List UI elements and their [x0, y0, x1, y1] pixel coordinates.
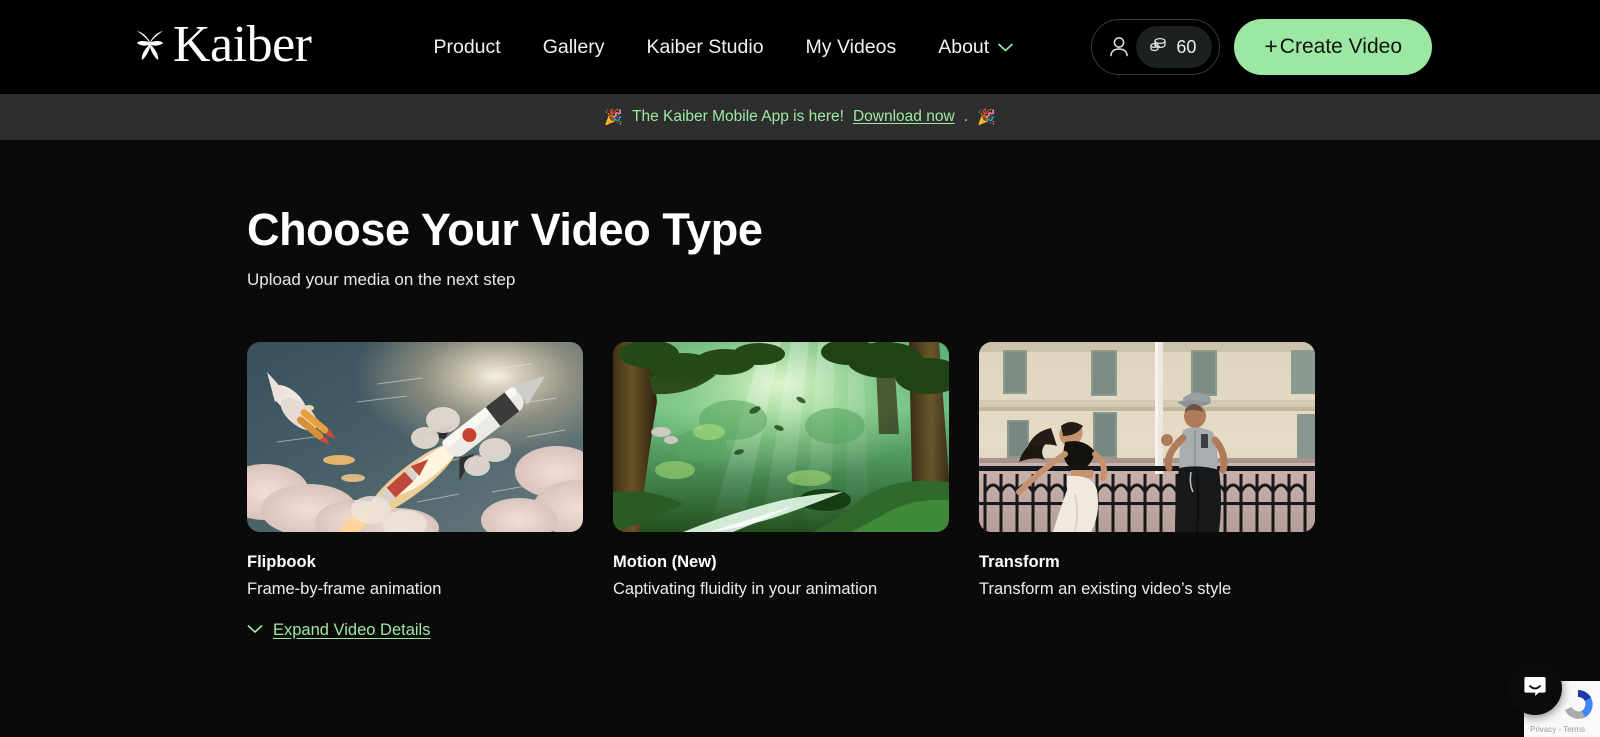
create-video-label: Create Video — [1279, 35, 1402, 58]
rockets-launching-illustration[interactable] — [247, 341, 583, 532]
nav-item-label: Product — [433, 35, 501, 58]
plus-icon: + — [1264, 32, 1278, 59]
nav-item-label: My Videos — [805, 35, 897, 58]
nav-item-label: Kaiber Studio — [646, 35, 764, 58]
main-nav: Product Gallery Kaiber Studio My Videos … — [433, 35, 1014, 59]
recaptcha-privacy-terms[interactable]: Privacy - Terms — [1530, 725, 1585, 734]
chat-bubble-icon — [1522, 673, 1548, 704]
create-video-button[interactable]: + Create Video — [1234, 19, 1432, 75]
recaptcha-icon — [1558, 685, 1598, 730]
nav-item-label: Gallery — [542, 35, 605, 58]
banner-download-link[interactable]: Download now — [853, 108, 955, 126]
coin-stack-icon — [1149, 35, 1168, 59]
nav-item-product[interactable]: Product — [433, 36, 500, 59]
banner-period: . — [963, 108, 968, 125]
person-icon — [1108, 35, 1130, 59]
credits-value: 60 — [1176, 36, 1197, 57]
card-title: Flipbook — [247, 552, 316, 571]
card-title: Transform — [979, 552, 1060, 571]
green-forest-light-rays-illustration[interactable] — [613, 341, 949, 532]
kaiber-wordmark: Kaiber — [173, 16, 312, 73]
site-header: Kaiber Product Gallery Kaiber Studio My … — [0, 0, 1600, 94]
nav-item-label: About — [938, 35, 990, 58]
expand-video-details-toggle[interactable]: Expand Video Details — [247, 621, 430, 640]
kaiber-pinwheel-icon — [133, 27, 167, 67]
main-content: Choose Your Video Type Upload your media… — [0, 140, 1600, 640]
card-title: Motion (New) — [613, 552, 717, 571]
banner-text: The Kaiber Mobile App is here! — [632, 108, 844, 125]
card-description: Frame-by-frame animation — [247, 579, 442, 598]
chevron-down-icon — [998, 43, 1014, 52]
page-title: Choose Your Video Type — [247, 204, 763, 255]
video-type-card-flipbook[interactable]: Flipbook Frame-by-frame animation — [247, 341, 583, 599]
card-description: Transform an existing video’s style — [979, 579, 1232, 598]
nav-item-gallery[interactable]: Gallery — [543, 36, 605, 59]
card-description: Captivating fluidity in your animation — [613, 579, 878, 598]
intercom-chat-launcher[interactable] — [1508, 661, 1562, 715]
kaiber-logo[interactable]: Kaiber — [133, 16, 312, 73]
nav-item-my-videos[interactable]: My Videos — [806, 36, 897, 59]
announcement-banner[interactable]: 🎉 The Kaiber Mobile App is here! Downloa… — [0, 94, 1600, 140]
expand-video-details-label: Expand Video Details — [273, 620, 431, 639]
nav-item-about[interactable]: About — [938, 35, 1014, 59]
page-subtitle: Upload your media on the next step — [247, 269, 516, 289]
header-actions: 60 + Create Video — [1091, 19, 1432, 75]
video-type-card-motion[interactable]: Motion (New) Captivating fluidity in you… — [613, 341, 949, 599]
video-type-card-grid: Flipbook Frame-by-frame animation Motion… — [247, 341, 1600, 599]
video-type-card-transform[interactable]: Transform Transform an existing video’s … — [979, 341, 1315, 599]
two-dancers-street-photo[interactable] — [979, 341, 1315, 532]
credits-chip[interactable]: 60 — [1136, 26, 1213, 68]
chevron-down-icon — [247, 621, 263, 639]
nav-item-kaiber-studio[interactable]: Kaiber Studio — [646, 36, 763, 59]
account-pill[interactable]: 60 — [1091, 19, 1221, 75]
party-popper-icon-left: 🎉 — [604, 109, 624, 126]
party-popper-icon-right: 🎉 — [976, 109, 996, 126]
